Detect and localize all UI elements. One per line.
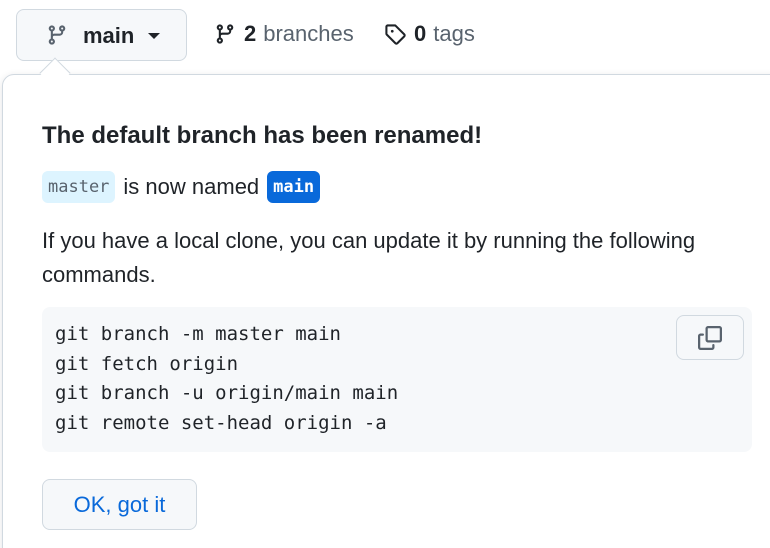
commands-code-block: git branch -m master main git fetch orig… [42, 307, 752, 452]
current-branch-label: main [83, 23, 135, 48]
branches-count: 2 [244, 21, 257, 46]
tag-icon [385, 24, 406, 45]
branch-select-button[interactable]: main [16, 9, 187, 61]
code-line: git branch -m master main [55, 323, 341, 345]
code-line: git fetch origin [55, 352, 239, 375]
renamed-line: master is now named main [42, 170, 321, 204]
new-branch-name: main [267, 171, 321, 203]
tags-count: 0 [414, 21, 427, 46]
caret-down-icon [148, 33, 160, 39]
branches-link[interactable]: 2 branches [214, 18, 354, 50]
renamed-text: is now named [123, 174, 260, 199]
git-branch-icon [216, 24, 234, 44]
old-branch-name: master [42, 171, 116, 203]
ok-got-it-button[interactable]: OK, got it [42, 479, 197, 530]
git-branch-icon [48, 25, 66, 45]
tags-link[interactable]: 0 tags [384, 18, 475, 50]
tags-label: tags [433, 21, 475, 46]
popover-title: The default branch has been renamed! [42, 122, 483, 149]
copy-icon [698, 325, 722, 350]
code-lines: git branch -m master main git fetch orig… [55, 320, 398, 438]
branches-label: branches [263, 21, 354, 46]
copy-commands-button[interactable] [676, 315, 744, 360]
code-line: git branch -u origin/main main [55, 382, 399, 404]
code-line: git remote set-head origin -a [55, 411, 387, 434]
instructions-text: If you have a local clone, you can updat… [42, 228, 696, 287]
